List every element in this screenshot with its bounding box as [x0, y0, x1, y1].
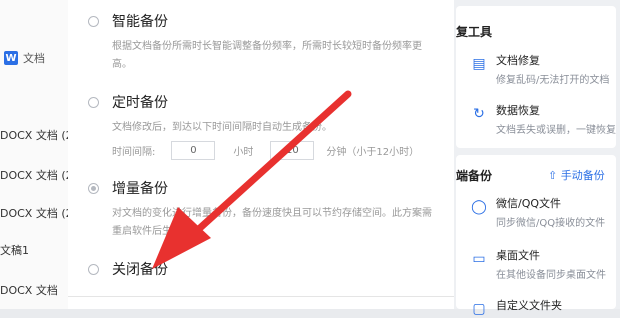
annotation-arrow-icon: [152, 90, 352, 269]
